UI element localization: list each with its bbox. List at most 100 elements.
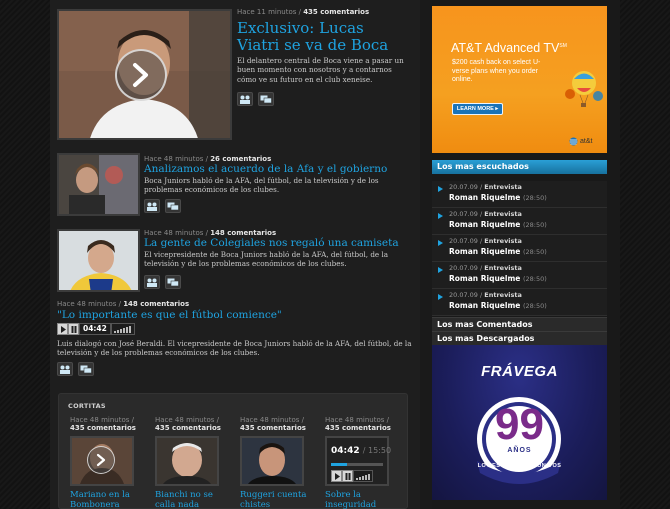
cortita-title[interactable]: Ruggeri cuenta chistes <box>240 490 318 509</box>
cortita-comments[interactable]: 435 comentarios <box>70 424 148 432</box>
cortita-meta: Hace 48 minutos / <box>70 416 134 424</box>
article-photo <box>59 231 138 290</box>
featured-actions <box>237 92 274 106</box>
featured-comments-link[interactable]: 435 comentarios <box>303 8 369 16</box>
arrow-icon <box>438 186 443 192</box>
article-meta: Hace 48 minutos / 148 comentarios <box>57 300 190 308</box>
chat-icon <box>167 202 179 210</box>
fravega-logo: FRÁVEGA <box>481 363 558 380</box>
cortita-meta: Hace 48 minutos / <box>155 416 219 424</box>
play-button[interactable] <box>331 470 342 482</box>
list-item[interactable]: 20.07.09 / Entrevista Roman Riquelme (28… <box>432 235 607 262</box>
list-item[interactable]: 20.07.09 / Entrevista Roman Riquelme (28… <box>432 208 607 235</box>
list-item[interactable]: 20.07.09 / Entrevista Roman Riquelme (28… <box>432 262 607 289</box>
pause-icon <box>345 472 350 480</box>
cortita-item: Hace 48 minutos / 435 comentarios Rugger… <box>240 416 318 509</box>
article-actions <box>144 275 181 289</box>
article-title[interactable]: Analizamos el acuerdo de la Afa y el gob… <box>144 163 387 175</box>
article-description: Luis dialogó con José Beraldi. El vicepr… <box>57 339 412 358</box>
volume-control[interactable] <box>353 470 373 482</box>
list-item[interactable]: 20.07.09 / Entrevista Roman Riquelme (28… <box>432 289 607 316</box>
share-users-button[interactable] <box>237 92 253 106</box>
cortita-item: Hace 48 minutos / 435 comentarios Bianch… <box>155 416 233 509</box>
users-icon <box>147 278 157 287</box>
featured-thumbnail[interactable] <box>57 9 232 140</box>
article-actions <box>57 362 94 376</box>
arrow-icon <box>438 240 443 246</box>
section-heading-descargados[interactable]: Los mas Descargados <box>432 331 607 345</box>
comments-button[interactable] <box>78 362 94 376</box>
fravega-ad-banner[interactable]: FRÁVEGA 99 AÑOS LO FESTEJAMOS CON VOS <box>432 345 607 500</box>
cortita-comments[interactable]: 435 comentarios <box>155 424 233 432</box>
cortita-player-time: 04:42 / 15:50 <box>331 446 392 456</box>
article-description: Boca Juniors habló de la AFA, del fútbol… <box>144 176 379 195</box>
player-time: 04:42 <box>79 323 111 335</box>
play-chevron-icon <box>133 63 148 87</box>
list-item[interactable]: 20.07.09 / Entrevista Roman Riquelme (28… <box>432 181 607 208</box>
article-title[interactable]: "Lo importante es que el fútbol comience… <box>57 309 282 321</box>
chat-icon <box>260 95 272 103</box>
section-heading-comentados[interactable]: Los mas Comentados <box>432 317 607 331</box>
play-button[interactable] <box>57 323 68 335</box>
users-icon <box>147 202 157 211</box>
cortita-title[interactable]: Bianchi no se calla nada <box>155 490 233 509</box>
cortita-title[interactable]: Sobre la inseguridad <box>325 490 403 509</box>
cortita-title[interactable]: Mariano en la Bombonera <box>70 490 148 509</box>
users-icon <box>60 365 70 374</box>
share-users-button[interactable] <box>57 362 73 376</box>
cortita-photo <box>157 438 217 484</box>
cortita-item: Hace 48 minutos / 435 comentarios 04:42 … <box>325 416 403 509</box>
article-comments-link[interactable]: 148 comentarios <box>123 300 189 308</box>
article-thumbnail[interactable] <box>57 229 140 292</box>
cortita-thumbnail[interactable] <box>155 436 219 486</box>
comments-button[interactable] <box>165 199 181 213</box>
article-description: El vicepresidente de Boca Juniors habló … <box>144 250 389 269</box>
cortitas-heading: CORTITAS <box>68 402 106 410</box>
cortita-meta: Hace 48 minutos / <box>325 416 389 424</box>
article-thumbnail[interactable] <box>57 153 140 216</box>
play-chevron-icon <box>96 453 106 467</box>
article-meta: Hace 48 minutos / 26 comentarios <box>144 155 272 163</box>
cortita-comments[interactable]: 435 comentarios <box>240 424 318 432</box>
article-meta: Hace 48 minutos / 148 comentarios <box>144 229 277 237</box>
comments-button[interactable] <box>165 275 181 289</box>
share-users-button[interactable] <box>144 275 160 289</box>
page: Hace 11 minutos / 435 comentarios Exclus… <box>50 0 620 509</box>
cortita-comments[interactable]: 435 comentarios <box>325 424 403 432</box>
cortita-item: Hace 48 minutos / 435 comentarios Marian… <box>70 416 148 509</box>
share-users-button[interactable] <box>144 199 160 213</box>
arrow-icon <box>438 267 443 273</box>
learn-more-button[interactable]: LEARN MORE ▸ <box>452 103 503 115</box>
featured-title[interactable]: Exclusivo: Lucas Viatri se va de Boca <box>237 20 388 54</box>
cortita-thumbnail[interactable] <box>70 436 134 486</box>
article-actions <box>144 199 181 213</box>
ad-title: AT&T Advanced TVSM <box>451 41 567 55</box>
arrow-icon <box>438 213 443 219</box>
article-title[interactable]: La gente de Colegiales nos regaló una ca… <box>144 237 399 249</box>
att-ad-banner[interactable]: AT&T Advanced TVSM $200 cash back on sel… <box>432 6 607 153</box>
cortitas-panel: CORTITAS Hace 48 minutos / 435 comentari… <box>58 393 408 509</box>
globe-icon <box>569 137 578 146</box>
play-button[interactable] <box>115 49 167 101</box>
cortita-photo <box>242 438 302 484</box>
cortita-progress-bar[interactable] <box>331 463 383 466</box>
pause-button[interactable] <box>342 470 353 482</box>
volume-control[interactable] <box>110 323 135 335</box>
article-comments-link[interactable]: 148 comentarios <box>210 229 276 237</box>
featured-description: El delantero central de Boca viene a pas… <box>237 56 404 84</box>
play-button[interactable] <box>87 446 115 474</box>
comments-button[interactable] <box>258 92 274 106</box>
audio-player: 04:42 <box>57 323 135 335</box>
anniversary-ribbon: LO FESTEJAMOS CON VOS <box>477 463 562 469</box>
article-comments-link[interactable]: 26 comentarios <box>210 155 271 163</box>
arrow-icon <box>438 294 443 300</box>
pause-button[interactable] <box>68 323 79 335</box>
featured-meta: Hace 11 minutos / 435 comentarios <box>237 8 370 16</box>
main-column: Hace 11 minutos / 435 comentarios Exclus… <box>50 0 420 509</box>
chat-icon <box>80 365 92 373</box>
section-heading-escuchados[interactable]: Los mas escuchados <box>432 160 607 174</box>
att-logo: at&t <box>569 137 592 146</box>
anniversary-word: AÑOS <box>507 447 532 454</box>
cortita-meta: Hace 48 minutos / <box>240 416 304 424</box>
cortita-thumbnail[interactable] <box>240 436 304 486</box>
